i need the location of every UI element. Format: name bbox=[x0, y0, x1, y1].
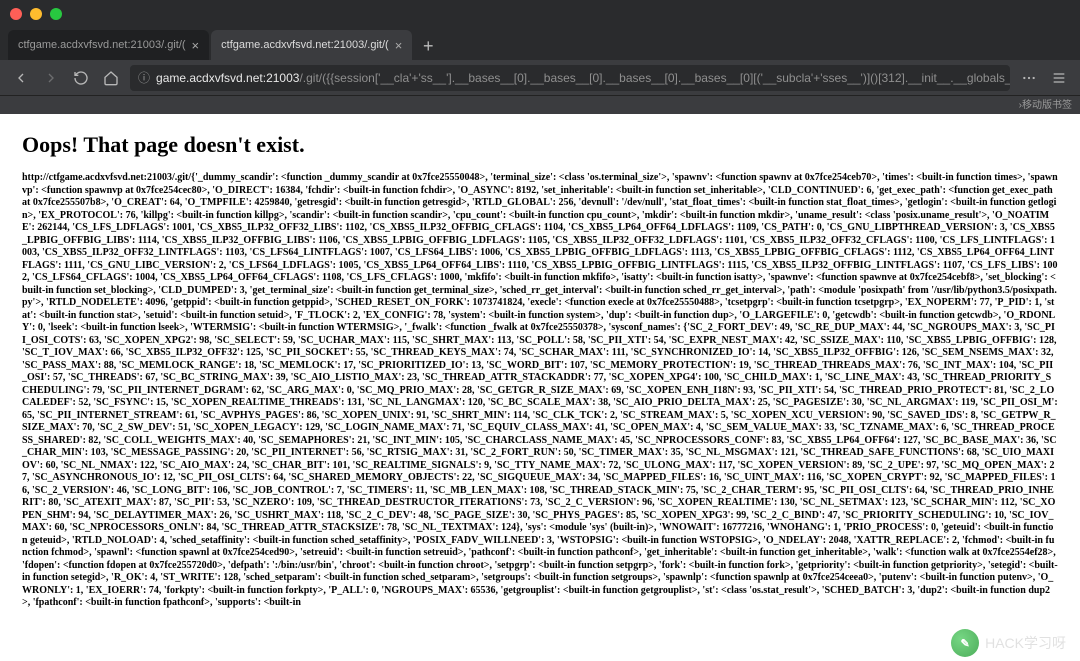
browser-toolbar: ⓘ game.acdxvfsvd.net:21003 /.git/({{sess… bbox=[0, 60, 1080, 96]
page-actions-icon[interactable] bbox=[1018, 67, 1040, 89]
window-maximize-button[interactable] bbox=[50, 8, 62, 20]
tab-close-icon[interactable]: × bbox=[192, 39, 200, 52]
browser-menu-button[interactable] bbox=[1048, 67, 1070, 89]
watermark: ✎ HACK学习呀 bbox=[951, 629, 1066, 657]
window-titlebar bbox=[0, 0, 1080, 28]
new-tab-button[interactable]: + bbox=[414, 32, 442, 60]
tab-close-icon[interactable]: × bbox=[395, 39, 403, 52]
window-minimize-button[interactable] bbox=[30, 8, 42, 20]
nav-home-button[interactable] bbox=[100, 67, 122, 89]
browser-tab-bar: ctfgame.acdxvfsvd.net:21003/.git/( × ctf… bbox=[0, 28, 1080, 60]
watermark-text: HACK学习呀 bbox=[985, 633, 1066, 653]
browser-tab-1[interactable]: ctfgame.acdxvfsvd.net:21003/.git/( × bbox=[211, 30, 412, 60]
traffic-lights bbox=[10, 8, 62, 20]
browser-tab-0[interactable]: ctfgame.acdxvfsvd.net:21003/.git/( × bbox=[8, 30, 209, 60]
python-globals-dump: http://ctfgame.acdxvfsvd.net:21003/.git/… bbox=[22, 172, 1058, 610]
nav-reload-button[interactable] bbox=[70, 67, 92, 89]
url-domain: game.acdxvfsvd.net:21003 bbox=[156, 71, 299, 85]
browser-tab-0-title: ctfgame.acdxvfsvd.net:21003/.git/( bbox=[18, 39, 186, 51]
bookmark-strip-label[interactable]: ›移动版书签 bbox=[0, 96, 1080, 114]
url-path: /.git/({{session['__cla'+'ss__'].__bases… bbox=[299, 71, 1010, 85]
window-close-button[interactable] bbox=[10, 8, 22, 20]
watermark-icon: ✎ bbox=[951, 629, 979, 657]
address-bar[interactable]: ⓘ game.acdxvfsvd.net:21003 /.git/({{sess… bbox=[130, 65, 1010, 91]
nav-forward-button[interactable] bbox=[40, 67, 62, 89]
nav-back-button[interactable] bbox=[10, 67, 32, 89]
page-heading: Oops! That page doesn't exist. bbox=[22, 132, 1058, 158]
page-content: Oops! That page doesn't exist. http://ct… bbox=[0, 114, 1080, 661]
browser-tab-1-title: ctfgame.acdxvfsvd.net:21003/.git/( bbox=[221, 39, 389, 51]
site-info-icon[interactable]: ⓘ bbox=[138, 69, 150, 86]
